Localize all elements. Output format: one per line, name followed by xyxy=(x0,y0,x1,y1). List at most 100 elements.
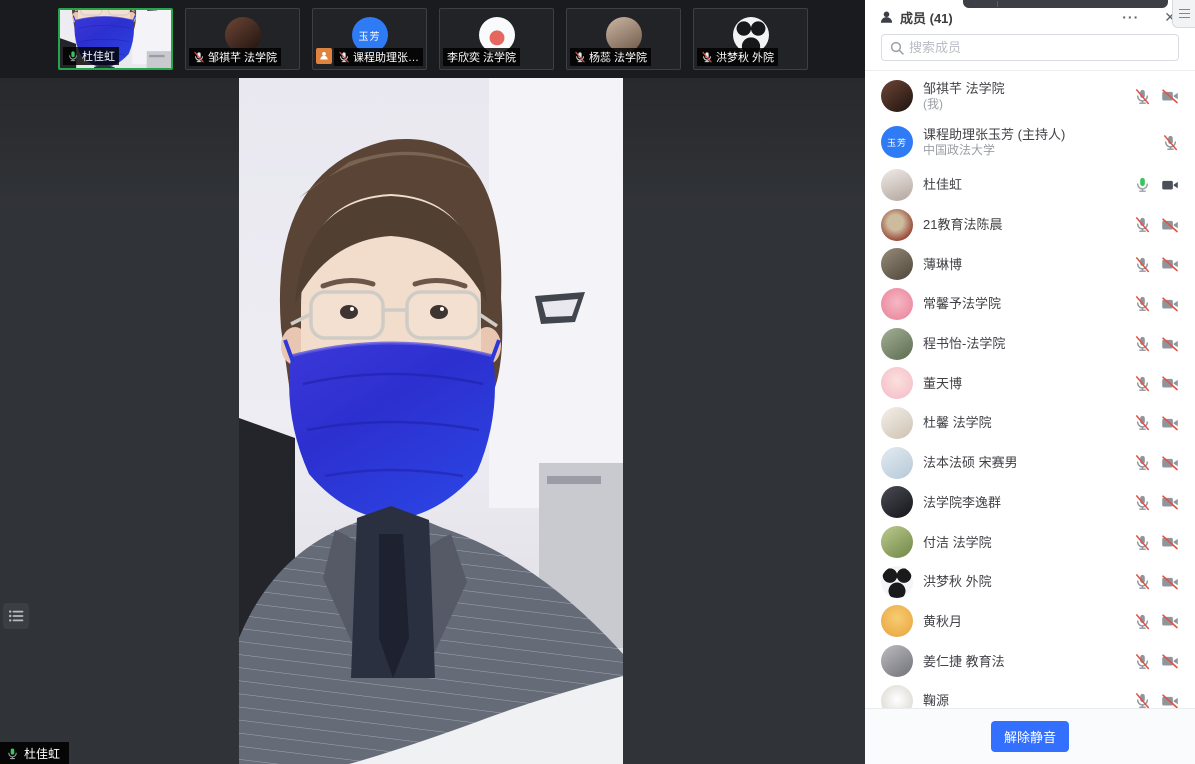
member-row[interactable]: 鞠源 xyxy=(865,681,1195,708)
member-name: 杜馨 法学院 xyxy=(923,415,1134,430)
member-name: 法学院李逸群 xyxy=(923,495,1134,510)
participant-name-text: 李欣奕 法学院 xyxy=(447,49,516,65)
active-speaker-video xyxy=(239,78,623,764)
mic-muted-icon xyxy=(338,51,350,63)
member-name: 杜佳虹 xyxy=(923,177,1134,192)
member-avatar xyxy=(881,486,913,518)
participant-name-text: 洪梦秋 外院 xyxy=(716,49,774,65)
side-panel-flap-button[interactable] xyxy=(1172,0,1195,28)
member-row[interactable]: 洪梦秋 外院 xyxy=(865,562,1195,602)
participant-name-text: 杜佳虹 xyxy=(82,48,115,64)
mic-muted-icon xyxy=(574,51,586,63)
active-speaker-name-text: 杜佳虹 xyxy=(24,745,60,762)
member-row[interactable]: 21教育法陈晨 xyxy=(865,205,1195,245)
more-options-button[interactable]: ··· xyxy=(1117,10,1153,24)
camera-off-icon xyxy=(1161,573,1179,591)
list-view-icon xyxy=(6,606,26,626)
member-row[interactable]: 姜仁捷 教育法 xyxy=(865,641,1195,681)
member-subtitle: 中国政法大学 xyxy=(923,143,1162,157)
search-icon xyxy=(889,40,905,56)
member-row[interactable]: 付洁 法学院 xyxy=(865,522,1195,562)
camera-on-icon xyxy=(1161,176,1179,194)
member-row[interactable]: 杜馨 法学院 xyxy=(865,403,1195,443)
hamburger-icon xyxy=(1179,17,1190,19)
mic-muted-icon xyxy=(1134,653,1151,670)
member-name: 课程助理张玉芳 (主持人) xyxy=(923,127,1162,142)
participant-name-label: 杨蕊 法学院 xyxy=(570,48,651,66)
camera-off-icon xyxy=(1161,216,1179,234)
mic-muted-icon xyxy=(1134,295,1151,312)
camera-off-icon xyxy=(1161,692,1179,708)
mic-muted-icon xyxy=(1134,88,1151,105)
member-row[interactable]: 董天博 xyxy=(865,363,1195,403)
camera-off-icon xyxy=(1161,533,1179,551)
member-avatar xyxy=(881,169,913,201)
participant-tile[interactable]: 李欣奕 法学院 xyxy=(439,8,554,70)
avatar-initials: 玉芳 xyxy=(359,28,381,43)
member-subtitle: (我) xyxy=(923,97,1134,111)
participant-tile[interactable]: 杜佳虹 xyxy=(58,8,173,70)
participant-name-label: 邹祺芊 法学院 xyxy=(189,48,281,66)
participant-name-label: 洪梦秋 外院 xyxy=(697,48,778,66)
mic-muted-icon xyxy=(1134,335,1151,352)
member-row[interactable]: 程书怡-法学院 xyxy=(865,324,1195,364)
members-panel-footer: 解除静音 xyxy=(865,708,1195,764)
main-stage: 杜佳虹 xyxy=(0,78,865,764)
member-name: 邹祺芊 法学院 xyxy=(923,81,1134,96)
member-row[interactable]: 常馨予法学院 xyxy=(865,284,1195,324)
member-avatar xyxy=(881,526,913,558)
member-avatar: 玉芳 xyxy=(881,126,913,158)
member-row[interactable]: 法学院李逸群 xyxy=(865,483,1195,523)
hamburger-icon xyxy=(1179,9,1190,11)
mic-on-icon xyxy=(6,747,19,760)
member-row[interactable]: 黄秋月 xyxy=(865,602,1195,642)
member-search xyxy=(881,34,1179,61)
participant-name-label: 杜佳虹 xyxy=(63,47,119,65)
mic-muted-icon xyxy=(1134,375,1151,392)
mic-muted-icon xyxy=(193,51,205,63)
mic-on-icon xyxy=(1134,176,1151,193)
member-name: 薄琳博 xyxy=(923,257,1134,272)
member-avatar xyxy=(881,605,913,637)
member-avatar xyxy=(881,80,913,112)
unmute-button[interactable]: 解除静音 xyxy=(991,721,1069,752)
mic-muted-icon xyxy=(1134,454,1151,471)
camera-off-icon xyxy=(1161,652,1179,670)
member-avatar xyxy=(881,645,913,677)
participant-tile[interactable]: 邹祺芊 法学院 xyxy=(185,8,300,70)
participant-name-label: 李欣奕 法学院 xyxy=(443,48,520,66)
member-row[interactable]: 邹祺芊 法学院 (我) xyxy=(865,73,1195,119)
member-name: 鞠源 xyxy=(923,693,1134,708)
camera-off-icon xyxy=(1161,295,1179,313)
search-input[interactable] xyxy=(881,34,1179,61)
participant-tile[interactable]: 洪梦秋 外院 xyxy=(693,8,808,70)
avatar-initials: 玉芳 xyxy=(887,136,907,149)
member-name: 21教育法陈晨 xyxy=(923,217,1134,232)
collapsed-toolbar-handle[interactable] xyxy=(963,0,1168,8)
member-row[interactable]: 薄琳博 xyxy=(865,244,1195,284)
member-avatar xyxy=(881,209,913,241)
member-row[interactable]: 玉芳 课程助理张玉芳 (主持人) 中国政法大学 xyxy=(865,119,1195,165)
participant-tile[interactable]: 杨蕊 法学院 xyxy=(566,8,681,70)
member-row[interactable]: 法本法硕 宋赛男 xyxy=(865,443,1195,483)
camera-off-icon xyxy=(1161,612,1179,630)
member-avatar xyxy=(881,566,913,598)
layout-list-toggle-button[interactable] xyxy=(3,603,29,629)
member-avatar xyxy=(881,367,913,399)
member-row[interactable]: 杜佳虹 xyxy=(865,165,1195,205)
mic-muted-icon xyxy=(1134,256,1151,273)
mic-muted-icon xyxy=(1134,613,1151,630)
host-badge-icon xyxy=(316,48,332,64)
mic-muted-icon xyxy=(1134,692,1151,708)
camera-off-icon xyxy=(1161,414,1179,432)
participant-tile[interactable]: 玉芳 课程助理张… xyxy=(312,8,427,70)
member-name: 洪梦秋 外院 xyxy=(923,574,1134,589)
mic-on-icon xyxy=(67,50,79,62)
mic-muted-icon xyxy=(1134,494,1151,511)
member-name: 常馨予法学院 xyxy=(923,296,1134,311)
camera-off-icon xyxy=(1161,87,1179,105)
participant-filmstrip: 杜佳虹 邹祺芊 法学院 玉芳 xyxy=(0,0,865,78)
member-avatar xyxy=(881,447,913,479)
active-speaker-name-label: 杜佳虹 xyxy=(0,742,69,764)
member-avatar xyxy=(881,685,913,708)
